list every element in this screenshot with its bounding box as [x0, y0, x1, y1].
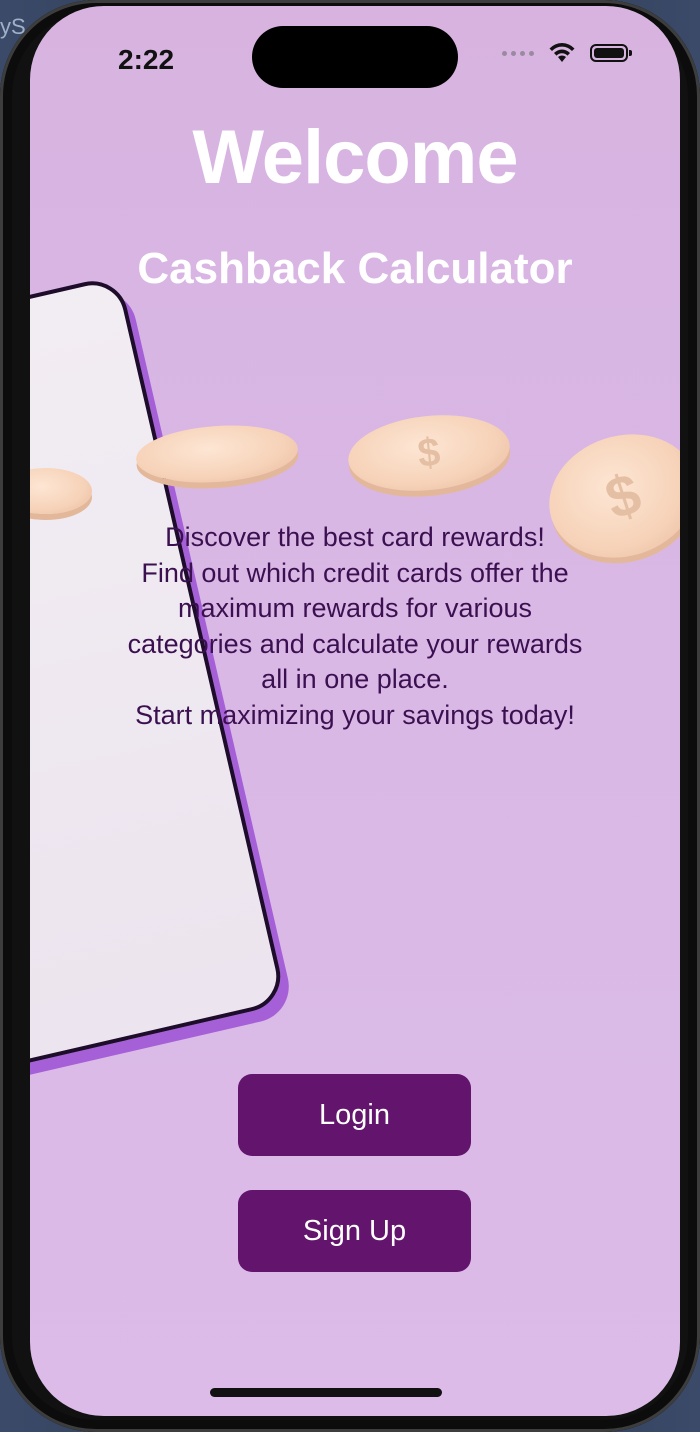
wifi-icon	[549, 43, 575, 62]
battery-icon	[590, 44, 632, 62]
login-button[interactable]: Login	[238, 1074, 471, 1156]
status-time: 2:22	[118, 44, 175, 75]
status-icons	[502, 42, 632, 64]
dynamic-island	[252, 26, 458, 88]
app-screen: $ $ 2:22 Welcome Cashback Calculator Dis…	[30, 6, 680, 1416]
page-title: Welcome	[192, 115, 518, 200]
coin-illustration: $	[344, 407, 514, 499]
signup-button[interactable]: Sign Up	[238, 1190, 471, 1272]
welcome-description: Discover the best card rewards! Find out…	[127, 522, 583, 730]
signal-icon	[502, 50, 534, 56]
phone-frame: $ $ 2:22 Welcome Cashback Calculator Dis…	[0, 0, 700, 1432]
app-subtitle: Cashback Calculator	[137, 244, 573, 293]
dollar-icon: $	[415, 429, 443, 476]
home-indicator[interactable]	[210, 1388, 442, 1397]
